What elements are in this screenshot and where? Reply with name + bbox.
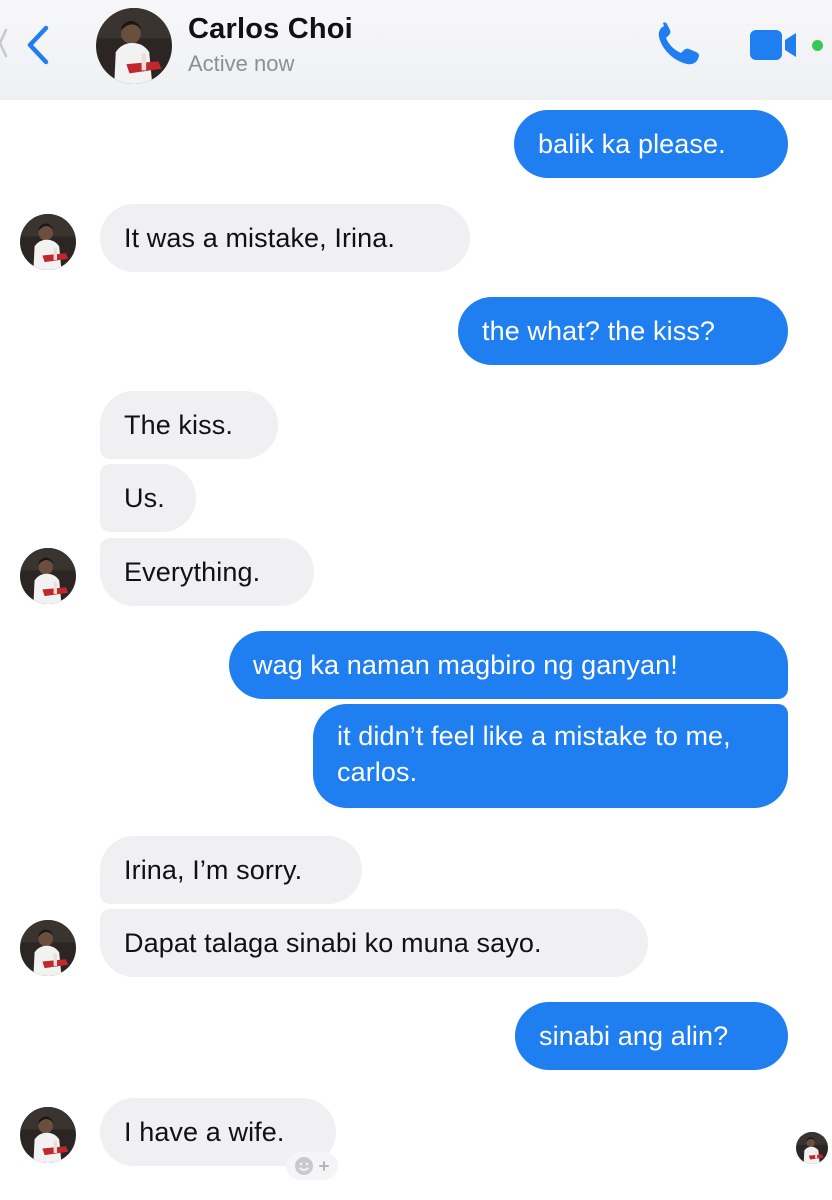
message-incoming[interactable]: The kiss. — [100, 391, 278, 459]
contact-name[interactable]: Carlos Choi — [188, 13, 353, 46]
message-outgoing[interactable]: balik ka please. — [514, 110, 788, 178]
message-incoming[interactable]: Dapat talaga sinabi ko muna sayo. — [100, 909, 648, 977]
back-button[interactable] — [18, 22, 58, 68]
smiley-plus-icon — [295, 1157, 329, 1175]
message-incoming[interactable]: Everything. — [100, 538, 314, 606]
contact-avatar-small[interactable] — [20, 214, 76, 270]
message-outgoing[interactable]: the what? the kiss? — [458, 297, 788, 365]
audio-call-button[interactable] — [652, 20, 708, 70]
contact-avatar-small[interactable] — [20, 920, 76, 976]
message-incoming[interactable]: Irina, I’m sorry. — [100, 836, 362, 904]
phone-icon — [658, 22, 699, 65]
message-outgoing[interactable]: it didn’t feel like a mistake to me, car… — [313, 704, 788, 808]
message-incoming[interactable]: It was a mistake, Irina. — [100, 204, 470, 272]
contact-avatar-small[interactable] — [20, 1107, 76, 1163]
message-outgoing[interactable]: wag ka naman magbiro ng ganyan! — [229, 631, 788, 699]
online-status-dot — [812, 40, 823, 51]
chevron-edge-icon — [0, 28, 8, 58]
message-outgoing[interactable]: sinabi ang alin? — [515, 1002, 788, 1070]
seen-receipt-avatar — [796, 1132, 828, 1164]
chat-header: Carlos Choi Active now — [0, 0, 832, 100]
video-camera-icon — [750, 30, 796, 60]
chevron-left-icon — [27, 25, 49, 65]
video-call-button[interactable] — [748, 26, 800, 66]
add-reaction-button[interactable] — [286, 1152, 338, 1180]
contact-avatar-small[interactable] — [20, 548, 76, 604]
message-incoming[interactable]: Us. — [100, 464, 196, 532]
active-status: Active now — [188, 51, 295, 76]
contact-avatar[interactable] — [96, 8, 172, 84]
